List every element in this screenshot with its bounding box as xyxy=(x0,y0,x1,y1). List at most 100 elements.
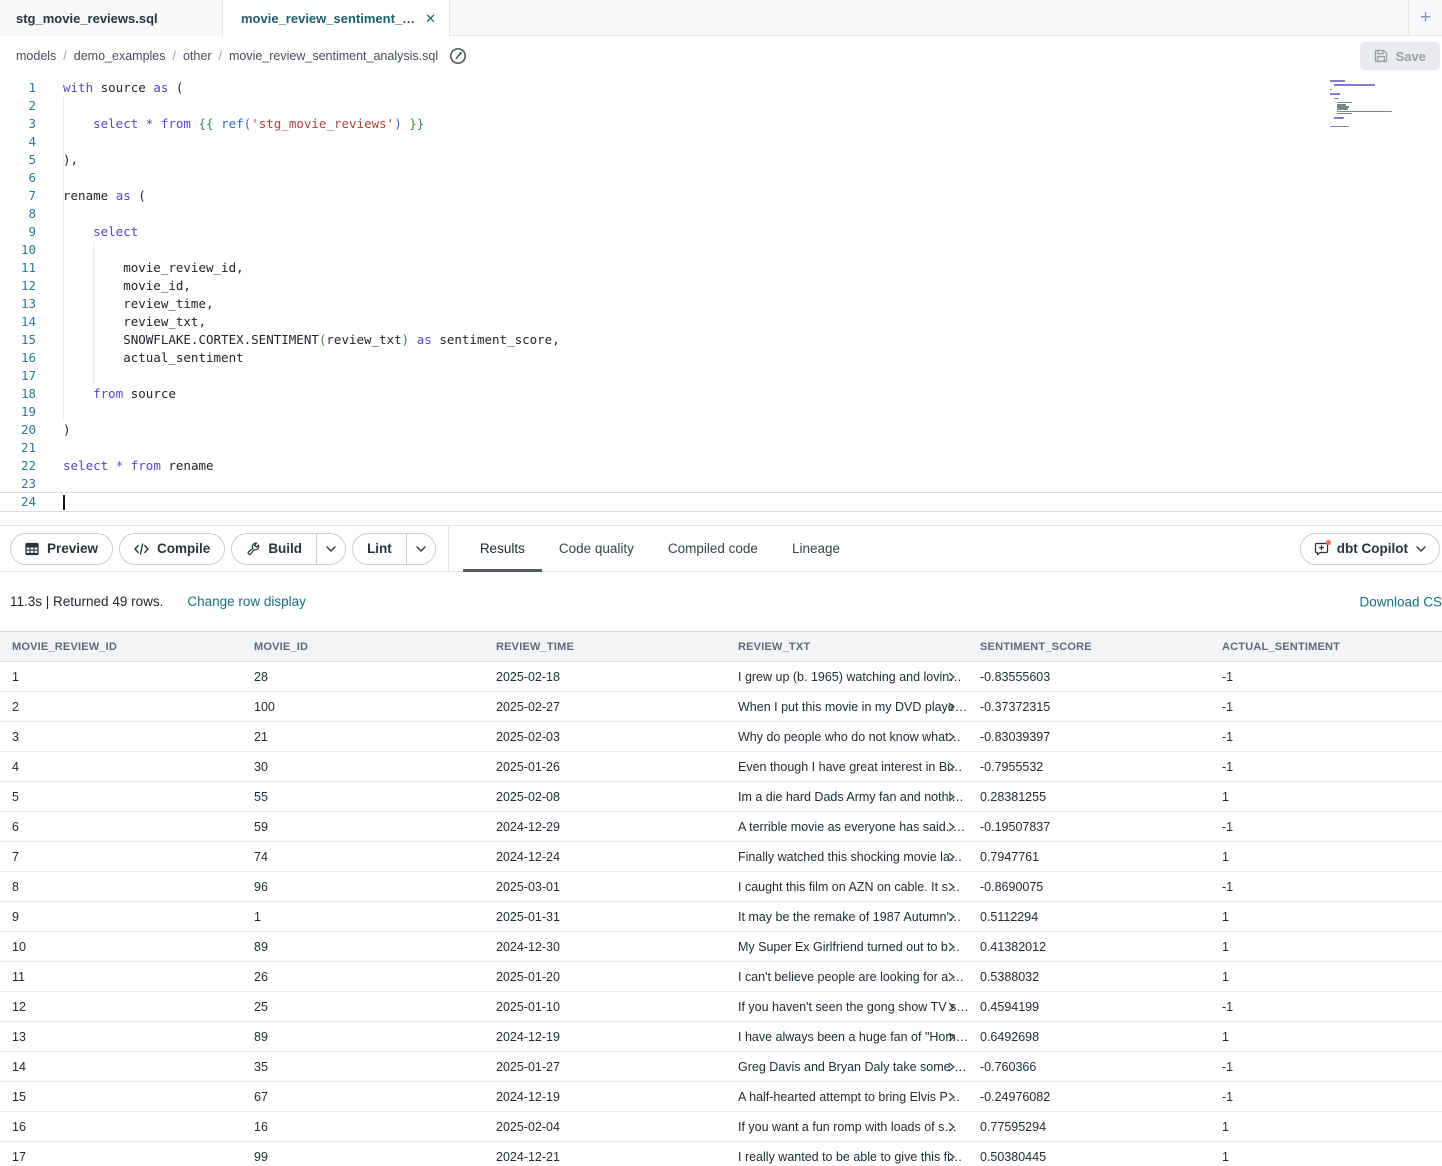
chevron-right-icon[interactable] xyxy=(948,972,956,981)
chevron-right-icon[interactable] xyxy=(948,882,956,891)
code-line[interactable]: 12 movie_id, xyxy=(0,277,1442,295)
chevron-right-icon[interactable] xyxy=(948,852,956,861)
dbt-copilot-button[interactable]: dbt Copilot xyxy=(1300,533,1440,565)
chevron-right-icon[interactable] xyxy=(948,1092,956,1101)
line-number: 18 xyxy=(0,385,36,403)
plus-icon: + xyxy=(1420,7,1431,29)
code-line[interactable]: 19 xyxy=(0,403,1442,421)
chevron-right-icon[interactable] xyxy=(948,1002,956,1011)
code-line[interactable]: 6 xyxy=(0,169,1442,187)
minimap-line xyxy=(1330,122,1331,124)
chevron-down-icon xyxy=(326,546,336,552)
breadcrumb-segment[interactable]: models xyxy=(16,49,56,63)
download-csv-link[interactable]: Download CSV xyxy=(1359,594,1442,609)
build-button[interactable]: Build xyxy=(232,534,316,564)
table-cell-actual_sentiment: -1 xyxy=(1210,1052,1442,1081)
lint-dropdown-button[interactable] xyxy=(406,534,435,564)
new-tab-button[interactable]: + xyxy=(1409,0,1442,35)
compile-button[interactable]: Compile xyxy=(119,533,225,565)
chevron-right-icon[interactable] xyxy=(948,822,956,831)
code-line[interactable]: 17 xyxy=(0,367,1442,385)
code-line[interactable]: 7rename as ( xyxy=(0,187,1442,205)
table-cell-movie_id: 25 xyxy=(242,992,484,1021)
chevron-right-icon[interactable] xyxy=(948,1062,956,1071)
tab-label: Lineage xyxy=(792,541,840,556)
line-number: 16 xyxy=(0,349,36,367)
chevron-right-icon[interactable] xyxy=(948,702,956,711)
code-line[interactable]: 15 SNOWFLAKE.CORTEX.SENTIMENT(review_txt… xyxy=(0,331,1442,349)
table-cell-sentiment_score: -0.24976082 xyxy=(968,1082,1210,1111)
table-cell-actual_sentiment: -1 xyxy=(1210,812,1442,841)
tab-lineage[interactable]: Lineage xyxy=(775,526,857,571)
table-cell-review_time: 2025-02-08 xyxy=(484,782,726,811)
code-lines[interactable]: 1with source as (23 select * from {{ ref… xyxy=(0,79,1442,511)
code-text: actual_sentiment xyxy=(63,349,244,367)
save-button[interactable]: Save xyxy=(1360,42,1440,70)
code-line[interactable]: 1with source as ( xyxy=(0,79,1442,97)
table-cell-sentiment_score: 0.5388032 xyxy=(968,962,1210,991)
code-line[interactable]: 18 from source xyxy=(0,385,1442,403)
code-line[interactable]: 14 review_txt, xyxy=(0,313,1442,331)
code-editor[interactable]: 1with source as (23 select * from {{ ref… xyxy=(0,76,1442,525)
close-icon[interactable]: ✕ xyxy=(425,11,436,27)
minimap[interactable] xyxy=(1330,80,1396,133)
column-header-actual_sentiment: ACTUAL_SENTIMENT xyxy=(1210,632,1442,661)
table-cell-review_time: 2024-12-19 xyxy=(484,1022,726,1051)
change-row-display-link[interactable]: Change row display xyxy=(187,594,306,609)
tab-bar-spacer xyxy=(450,0,1408,35)
code-line[interactable]: 5), xyxy=(0,151,1442,169)
tab-label: Code quality xyxy=(559,541,634,556)
code-line[interactable]: 23 xyxy=(0,475,1442,493)
chevron-right-icon[interactable] xyxy=(948,672,956,681)
build-label: Build xyxy=(268,541,302,556)
chat-sparkle-icon xyxy=(1314,542,1329,556)
compass-icon[interactable] xyxy=(449,47,467,65)
lint-button[interactable]: Lint xyxy=(353,534,406,564)
table-cell-movie_id: 74 xyxy=(242,842,484,871)
code-line[interactable]: 11 movie_review_id, xyxy=(0,259,1442,277)
line-number: 21 xyxy=(0,439,36,457)
table-cell-movie_review_id: 2 xyxy=(0,692,242,721)
breadcrumb-segment[interactable]: movie_review_sentiment_analysis.sql xyxy=(229,49,438,63)
tab-movie-review-sentiment-analysis[interactable]: movie_review_sentiment_… ✕ xyxy=(222,0,450,37)
tab-code-quality[interactable]: Code quality xyxy=(542,526,651,571)
code-line[interactable]: 9 select xyxy=(0,223,1442,241)
build-dropdown-button[interactable] xyxy=(316,534,345,564)
lint-label: Lint xyxy=(367,541,392,556)
table-cell-review_time: 2025-01-26 xyxy=(484,752,726,781)
preview-button[interactable]: Preview xyxy=(10,533,113,565)
line-number: 15 xyxy=(0,331,36,349)
code-line[interactable]: 4 xyxy=(0,133,1442,151)
chevron-right-icon[interactable] xyxy=(948,912,956,921)
chevron-right-icon[interactable] xyxy=(948,942,956,951)
column-header-movie_id: MOVIE_ID xyxy=(242,632,484,661)
chevron-right-icon[interactable] xyxy=(948,1152,956,1161)
chevron-right-icon[interactable] xyxy=(948,1032,956,1041)
code-text: movie_id, xyxy=(63,277,191,295)
code-line[interactable]: 13 review_time, xyxy=(0,295,1442,313)
code-line[interactable]: 10 xyxy=(0,241,1442,259)
table-cell-actual_sentiment: -1 xyxy=(1210,662,1442,691)
breadcrumb-segment[interactable]: other xyxy=(183,49,212,63)
tab-results[interactable]: Results xyxy=(463,526,542,571)
chevron-right-icon[interactable] xyxy=(948,732,956,741)
code-line[interactable]: 3 select * from {{ ref('stg_movie_review… xyxy=(0,115,1442,133)
code-line[interactable]: 16 actual_sentiment xyxy=(0,349,1442,367)
preview-label: Preview xyxy=(47,541,98,556)
code-line[interactable]: 21 xyxy=(0,439,1442,457)
tab-compiled-code[interactable]: Compiled code xyxy=(651,526,775,571)
result-tabs: Results Code quality Compiled code Linea… xyxy=(463,526,857,571)
chevron-right-icon[interactable] xyxy=(948,1122,956,1131)
code-line[interactable]: 22select * from rename xyxy=(0,457,1442,475)
code-text: review_time, xyxy=(63,295,214,313)
code-line[interactable]: 20) xyxy=(0,421,1442,439)
code-line[interactable]: 24 xyxy=(0,493,1442,511)
code-line[interactable]: 2 xyxy=(0,97,1442,115)
tab-stg-movie-reviews[interactable]: stg_movie_reviews.sql xyxy=(0,0,222,36)
chevron-down-icon xyxy=(416,546,426,552)
chevron-right-icon[interactable] xyxy=(948,762,956,771)
breadcrumb-segment[interactable]: demo_examples xyxy=(74,49,166,63)
code-line[interactable]: 8 xyxy=(0,205,1442,223)
chevron-right-icon[interactable] xyxy=(948,792,956,801)
table-cell-actual_sentiment: -1 xyxy=(1210,752,1442,781)
